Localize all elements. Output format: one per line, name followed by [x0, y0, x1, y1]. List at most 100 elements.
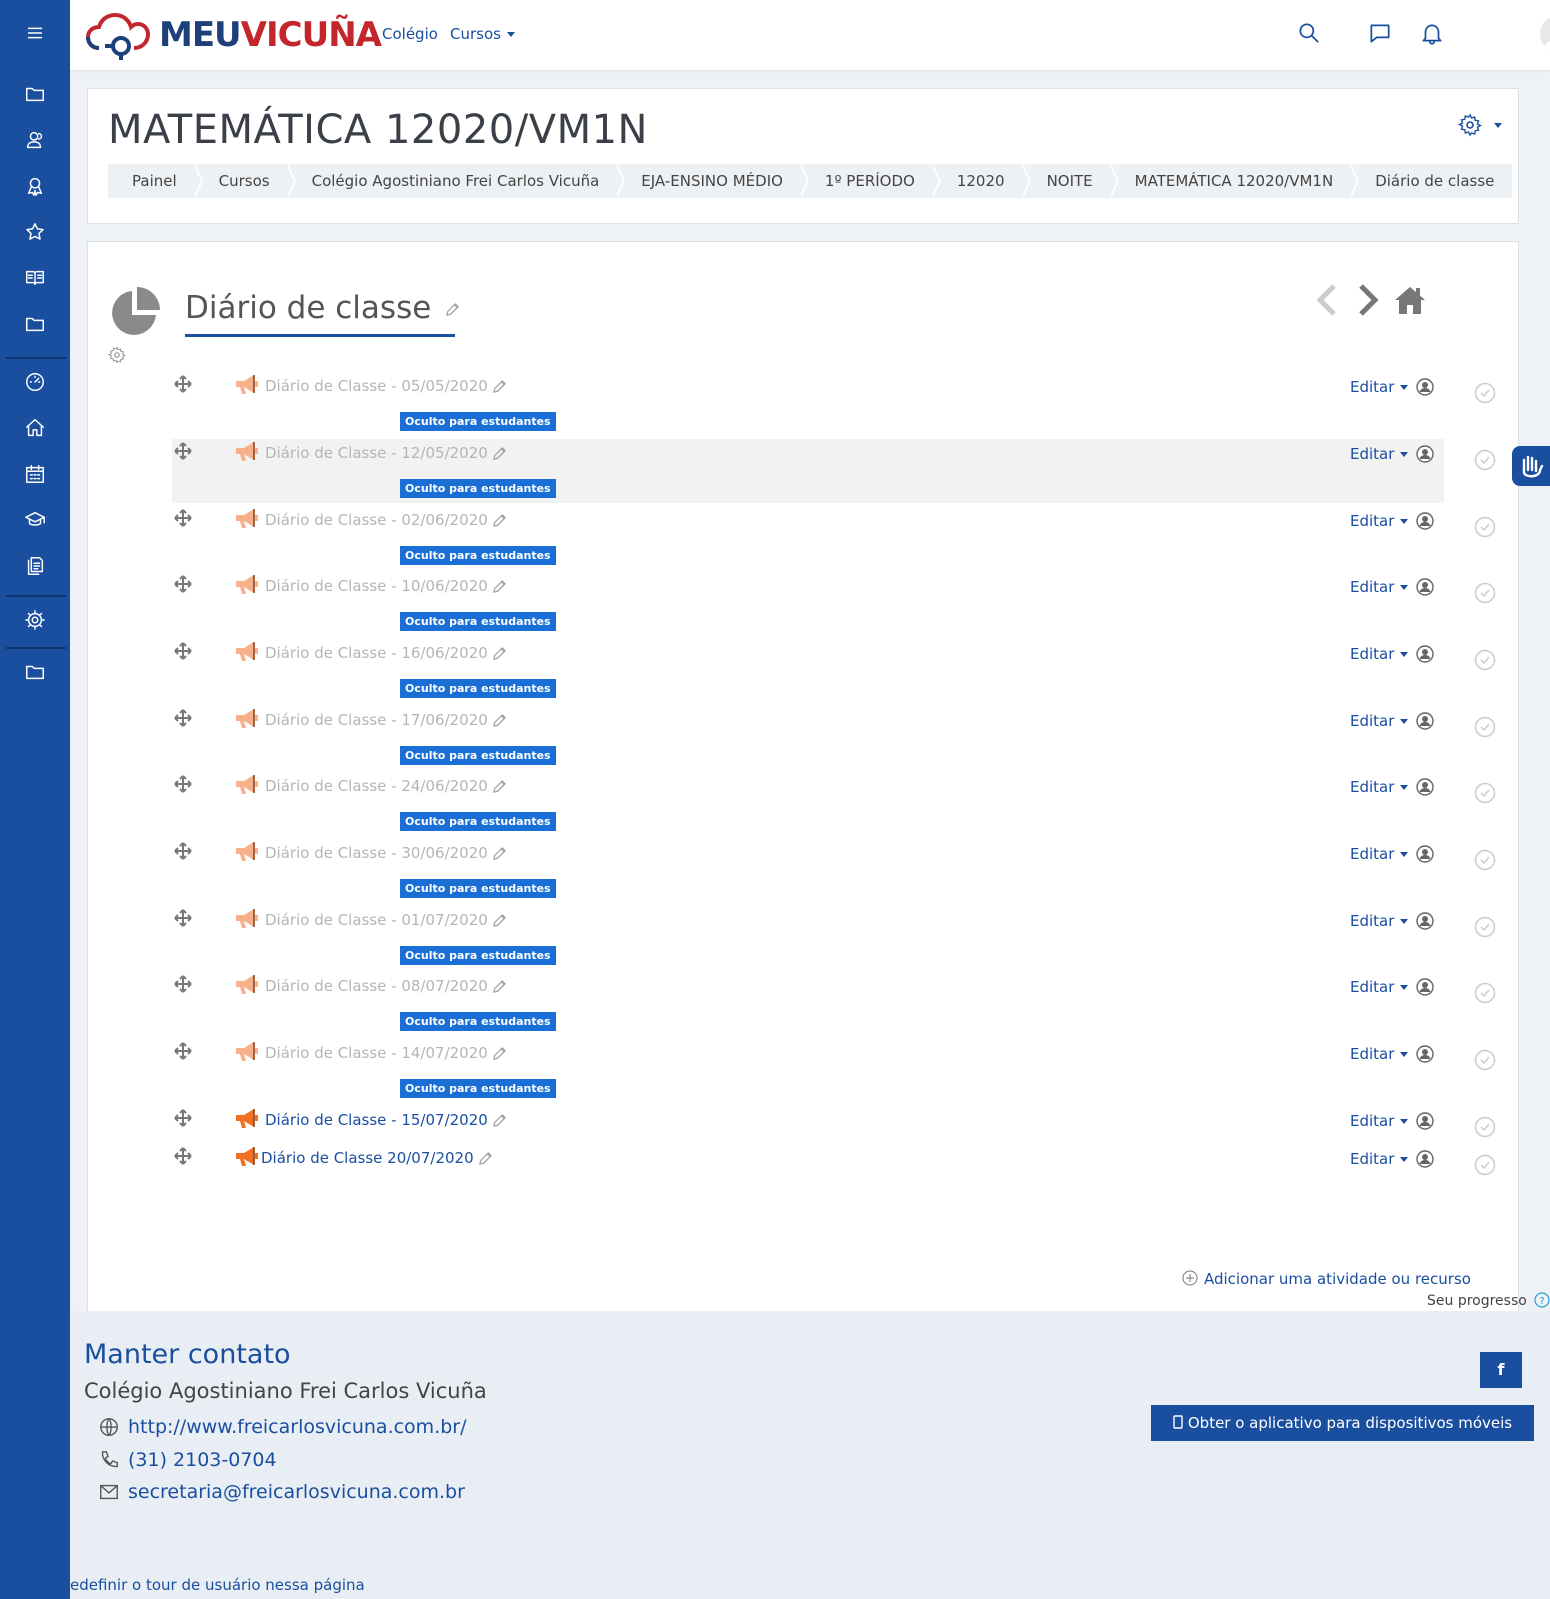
edit-menu[interactable]: Editar — [1350, 1150, 1409, 1168]
completion-checkbox-icon[interactable] — [1474, 782, 1496, 804]
completion-checkbox-icon[interactable] — [1474, 382, 1496, 404]
assign-roles-icon[interactable] — [1416, 912, 1434, 930]
calendar-icon[interactable] — [0, 454, 70, 494]
completion-checkbox-icon[interactable] — [1474, 1049, 1496, 1071]
completion-checkbox-icon[interactable] — [1474, 516, 1496, 538]
move-handle-icon[interactable] — [174, 442, 192, 460]
breadcrumb-periodo[interactable]: 1º PERÍODO — [801, 164, 941, 198]
breadcrumb-painel[interactable]: Painel — [108, 164, 203, 198]
completion-checkbox-icon[interactable] — [1474, 1154, 1496, 1176]
search-icon[interactable] — [1296, 20, 1322, 46]
move-handle-icon[interactable] — [174, 909, 192, 927]
folder-icon[interactable] — [0, 304, 70, 344]
edit-pencil-icon[interactable] — [492, 579, 507, 594]
footer-email-link[interactable]: secretaria@freicarlosvicuna.com.br — [98, 1481, 465, 1503]
edit-menu[interactable]: Editar — [1350, 978, 1409, 996]
move-handle-icon[interactable] — [174, 575, 192, 593]
completion-checkbox-icon[interactable] — [1474, 649, 1496, 671]
move-handle-icon[interactable] — [174, 842, 192, 860]
edit-pencil-icon[interactable] — [492, 1046, 507, 1061]
assign-roles-icon[interactable] — [1416, 378, 1434, 396]
footer-phone[interactable]: (31) 2103-0704 — [98, 1449, 277, 1471]
move-handle-icon[interactable] — [174, 1042, 192, 1060]
assign-roles-icon[interactable] — [1416, 645, 1434, 663]
footer-website-link[interactable]: http://www.freicarlosvicuna.com.br/ — [98, 1416, 467, 1438]
course-settings-menu[interactable] — [1458, 111, 1508, 139]
assign-roles-icon[interactable] — [1416, 1150, 1434, 1168]
assign-roles-icon[interactable] — [1416, 1112, 1434, 1130]
breadcrumb-turma[interactable]: 12020 — [933, 164, 1031, 198]
activity-link[interactable]: Diário de Classe - 02/06/2020 — [265, 511, 507, 529]
edit-pencil-icon[interactable] — [492, 1113, 507, 1128]
move-handle-icon[interactable] — [174, 709, 192, 727]
assign-roles-icon[interactable] — [1416, 978, 1434, 996]
breadcrumb-colegio[interactable]: Colégio Agostiniano Frei Carlos Vicuña — [288, 164, 625, 198]
activity-link[interactable]: Diário de Classe - 24/06/2020 — [265, 777, 507, 795]
activity-link[interactable]: Diário de Classe - 10/06/2020 — [265, 577, 507, 595]
activity-link[interactable]: Diário de Classe - 01/07/2020 — [265, 911, 507, 929]
notifications-icon[interactable] — [1419, 20, 1445, 46]
breadcrumb-turno[interactable]: NOITE — [1023, 164, 1119, 198]
files-icon[interactable] — [0, 546, 70, 586]
assign-roles-icon[interactable] — [1416, 512, 1434, 530]
section-title[interactable]: Diário de classe — [185, 290, 460, 326]
previous-section-icon[interactable] — [1310, 282, 1344, 318]
move-handle-icon[interactable] — [174, 509, 192, 527]
assign-roles-icon[interactable] — [1416, 445, 1434, 463]
edit-menu[interactable]: Editar — [1350, 845, 1409, 863]
add-activity-button[interactable]: Adicionar uma atividade ou recurso — [1182, 1270, 1471, 1288]
breadcrumb-cursos[interactable]: Cursos — [195, 164, 296, 198]
badge-icon[interactable] — [0, 166, 70, 206]
edit-pencil-icon[interactable] — [492, 713, 507, 728]
home-icon[interactable] — [0, 408, 70, 448]
move-handle-icon[interactable] — [174, 775, 192, 793]
edit-menu[interactable]: Editar — [1350, 712, 1409, 730]
activity-link[interactable]: Diário de Classe - 08/07/2020 — [265, 977, 507, 995]
activity-link[interactable]: Diário de Classe - 17/06/2020 — [265, 711, 507, 729]
activity-link[interactable]: Diário de Classe - 14/07/2020 — [265, 1044, 507, 1062]
completion-checkbox-icon[interactable] — [1474, 916, 1496, 938]
nav-link-cursos[interactable]: Cursos — [450, 25, 515, 43]
edit-menu[interactable]: Editar — [1350, 1045, 1409, 1063]
folder-icon[interactable] — [0, 74, 70, 114]
assign-roles-icon[interactable] — [1416, 712, 1434, 730]
completion-checkbox-icon[interactable] — [1474, 982, 1496, 1004]
activity-link[interactable]: Diário de Classe - 05/05/2020 — [265, 377, 507, 395]
accessibility-widget[interactable] — [1512, 446, 1550, 486]
breadcrumb-course[interactable]: MATEMÁTICA 12020/VM1N — [1111, 164, 1359, 198]
activity-link[interactable]: Diário de Classe - 12/05/2020 — [265, 444, 507, 462]
move-handle-icon[interactable] — [174, 975, 192, 993]
edit-menu[interactable]: Editar — [1350, 378, 1409, 396]
mobile-app-button[interactable]: Obter o aplicativo para dispositivos móv… — [1151, 1405, 1534, 1441]
edit-pencil-icon[interactable] — [492, 646, 507, 661]
assign-roles-icon[interactable] — [1416, 845, 1434, 863]
edit-pencil-icon[interactable] — [445, 302, 460, 317]
user-avatar[interactable] — [1540, 16, 1550, 52]
book-icon[interactable] — [0, 258, 70, 298]
edit-menu[interactable]: Editar — [1350, 912, 1409, 930]
gear-icon[interactable] — [0, 600, 70, 640]
move-handle-icon[interactable] — [174, 1147, 192, 1165]
course-home-icon[interactable] — [1393, 282, 1427, 318]
edit-menu[interactable]: Editar — [1350, 578, 1409, 596]
completion-checkbox-icon[interactable] — [1474, 849, 1496, 871]
graduation-icon[interactable] — [0, 500, 70, 540]
messages-icon[interactable] — [1367, 20, 1393, 46]
help-icon[interactable]: ? — [1534, 1292, 1550, 1308]
edit-pencil-icon[interactable] — [492, 513, 507, 528]
move-handle-icon[interactable] — [174, 375, 192, 393]
users-icon[interactable] — [0, 120, 70, 160]
completion-checkbox-icon[interactable] — [1474, 1116, 1496, 1138]
edit-menu[interactable]: Editar — [1350, 512, 1409, 530]
edit-pencil-icon[interactable] — [492, 446, 507, 461]
completion-checkbox-icon[interactable] — [1474, 716, 1496, 738]
completion-checkbox-icon[interactable] — [1474, 449, 1496, 471]
edit-menu[interactable]: Editar — [1350, 778, 1409, 796]
activity-link[interactable]: Diário de Classe - 16/06/2020 — [265, 644, 507, 662]
reset-tour-link[interactable]: edefinir o tour de usuário nessa página — [70, 1576, 365, 1594]
folder-icon[interactable] — [0, 652, 70, 692]
edit-pencil-icon[interactable] — [492, 779, 507, 794]
edit-pencil-icon[interactable] — [492, 979, 507, 994]
next-section-icon[interactable] — [1351, 282, 1385, 318]
activity-link[interactable]: Diário de Classe - 15/07/2020 — [265, 1111, 507, 1129]
